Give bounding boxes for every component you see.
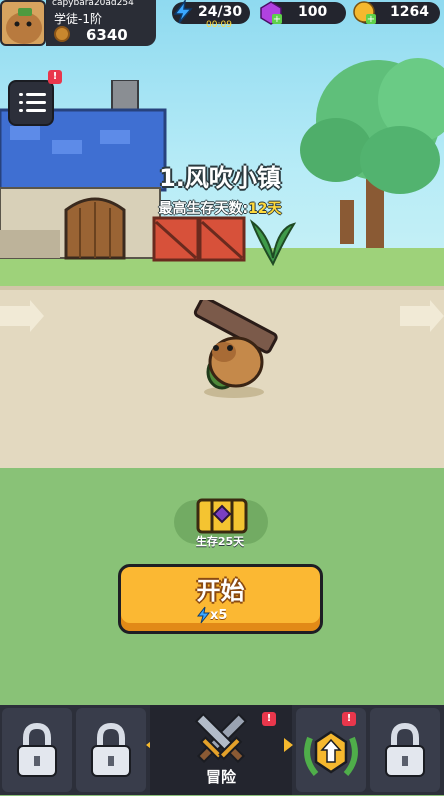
right-arrow-icon [284, 738, 293, 752]
lock-icon [91, 722, 131, 777]
chest-reward-label: 生存25天 [195, 535, 245, 548]
start-button-label: 开始 [196, 577, 245, 605]
energy-timer: 00:09 [206, 20, 232, 30]
energy-value: 24/30 [198, 4, 243, 20]
list-icon [19, 93, 23, 96]
player-name: capybara20ad254 [52, 0, 134, 8]
tree-illustration [300, 58, 444, 250]
upgrade-notification-badge: ! [342, 712, 356, 726]
tab-locked-3[interactable] [370, 708, 440, 792]
capybara-avatar-icon [6, 8, 42, 44]
tab-locked-1[interactable] [2, 708, 72, 792]
svg-text:+: + [367, 14, 375, 25]
svg-text:+: + [273, 14, 281, 25]
player-avatar[interactable] [0, 0, 46, 46]
tab-adventure-label: 冒险 [205, 768, 236, 786]
adventure-notification-badge: ! [262, 712, 276, 726]
lock-icon [17, 722, 57, 777]
level-title: 1.风吹小镇 [159, 164, 281, 192]
menu-notification-badge: ! [48, 70, 62, 84]
best-survival-days: 最高生存天数:12天 [158, 201, 282, 217]
power-value: 6340 [86, 26, 128, 44]
lock-icon [385, 722, 425, 777]
capybara-character [193, 300, 278, 398]
gem-value: 100 [298, 4, 328, 20]
treasure-chest-icon[interactable] [194, 494, 250, 538]
tab-locked-2[interactable] [76, 708, 146, 792]
plant-illustration [249, 219, 297, 266]
energy-cost-icon [196, 606, 210, 624]
coin-icon: + [353, 1, 376, 25]
energy-cost: x5 [210, 608, 228, 623]
menu-button[interactable] [8, 80, 54, 126]
gem-icon: + [260, 1, 282, 25]
lightning-icon [173, 0, 193, 24]
crates-illustration [152, 216, 246, 262]
power-icon [54, 26, 70, 42]
player-rank: 学徒-1阶 [54, 12, 102, 26]
coin-value: 1264 [390, 4, 429, 20]
